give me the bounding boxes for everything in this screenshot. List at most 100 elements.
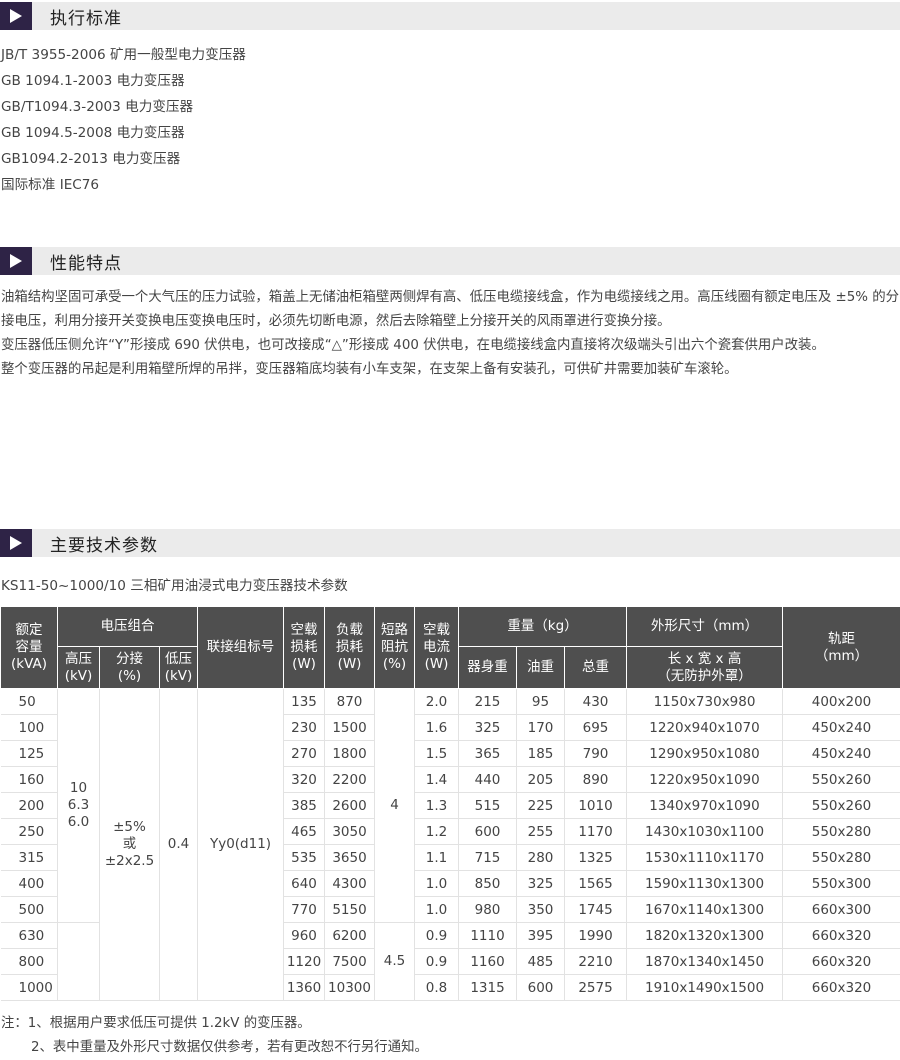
section-title: 主要技术参数 xyxy=(50,531,158,556)
cell-dimensions: 1820x1320x1300 xyxy=(627,923,783,949)
cell-noload-loss: 135 xyxy=(284,689,325,715)
cell-lv-merged: 0.4 xyxy=(160,689,198,1001)
cell-noload-loss: 640 xyxy=(284,871,325,897)
standards-list: JB/T 3955-2006 矿用一般型电力变压器 GB 1094.1-2003… xyxy=(1,42,246,198)
table-notes: 注：1、根据用户要求低压可提供 1.2kV 的变压器。 2、表中重量及外形尺寸数… xyxy=(1,1012,428,1060)
cell-noload-current: 1.3 xyxy=(415,793,459,819)
play-arrow-icon xyxy=(0,2,32,30)
cell-load-loss: 3650 xyxy=(325,845,375,871)
cell-load-loss: 2200 xyxy=(325,767,375,793)
cell-capacity: 250 xyxy=(1,819,58,845)
cell-capacity: 125 xyxy=(1,741,58,767)
cell-noload-current: 1.1 xyxy=(415,845,459,871)
header-dimensions: 外形尺寸（mm） xyxy=(627,607,783,647)
cell-dimensions: 1220x950x1090 xyxy=(627,767,783,793)
cell-noload-current: 1.5 xyxy=(415,741,459,767)
standard-item: GB1094.2-2013 电力变压器 xyxy=(1,146,246,172)
standard-item: GB/T1094.3-2003 电力变压器 xyxy=(1,94,246,120)
header-capacity: 额定 容量 (kVA) xyxy=(1,607,58,689)
cell-dimensions: 1590x1130x1300 xyxy=(627,871,783,897)
feature-paragraph: 整个变压器的吊起是利用箱壁所焊的吊拌，变压器箱底均装有小车支架，在支架上备有安装… xyxy=(1,358,899,382)
cell-noload-loss: 465 xyxy=(284,819,325,845)
cell-gauge: 550x300 xyxy=(783,871,900,897)
play-arrow-icon xyxy=(0,247,32,275)
cell-body-weight: 325 xyxy=(459,715,517,741)
cell-body-weight: 850 xyxy=(459,871,517,897)
cell-body-weight: 1110 xyxy=(459,923,517,949)
cell-gauge: 660x300 xyxy=(783,897,900,923)
header-lv: 低压 (kV) xyxy=(160,647,198,689)
cell-body-weight: 440 xyxy=(459,767,517,793)
cell-gauge: 660x320 xyxy=(783,949,900,975)
cell-gauge: 550x280 xyxy=(783,845,900,871)
cell-oil-weight: 280 xyxy=(517,845,565,871)
cell-noload-current: 0.8 xyxy=(415,975,459,1001)
header-hv: 高压 (kV) xyxy=(58,647,100,689)
cell-noload-loss: 270 xyxy=(284,741,325,767)
cell-body-weight: 1315 xyxy=(459,975,517,1001)
cell-total-weight: 890 xyxy=(565,767,627,793)
features-text: 油箱结构坚固可承受一个大气压的压力试验，箱盖上无储油柜箱壁两侧焊有高、低压电缆接… xyxy=(1,286,899,382)
cell-dimensions: 1430x1030x1100 xyxy=(627,819,783,845)
cell-capacity: 100 xyxy=(1,715,58,741)
note-item: 注：1、根据用户要求低压可提供 1.2kV 的变压器。 xyxy=(1,1012,428,1036)
cell-load-loss: 5150 xyxy=(325,897,375,923)
cell-gauge: 550x260 xyxy=(783,767,900,793)
standard-item: GB 1094.1-2003 电力变压器 xyxy=(1,68,246,94)
cell-body-weight: 980 xyxy=(459,897,517,923)
header-body-weight: 器身重 xyxy=(459,647,517,689)
cell-capacity: 200 xyxy=(1,793,58,819)
header-dim-detail: 长 x 宽 x 高 （无防护外罩） xyxy=(627,647,783,689)
cell-load-loss: 6200 xyxy=(325,923,375,949)
cell-noload-loss: 1360 xyxy=(284,975,325,1001)
cell-body-weight: 600 xyxy=(459,819,517,845)
cell-noload-loss: 535 xyxy=(284,845,325,871)
cell-body-weight: 215 xyxy=(459,689,517,715)
cell-dimensions: 1150x730x980 xyxy=(627,689,783,715)
cell-dimensions: 1340x970x1090 xyxy=(627,793,783,819)
cell-oil-weight: 350 xyxy=(517,897,565,923)
cell-gauge: 450x240 xyxy=(783,715,900,741)
cell-load-loss: 3050 xyxy=(325,819,375,845)
cell-noload-current: 2.0 xyxy=(415,689,459,715)
cell-oil-weight: 95 xyxy=(517,689,565,715)
cell-capacity: 500 xyxy=(1,897,58,923)
cell-capacity: 160 xyxy=(1,767,58,793)
cell-noload-loss: 230 xyxy=(284,715,325,741)
cell-impedance-merged: 4.5 xyxy=(375,923,415,1001)
cell-impedance-merged: 4 xyxy=(375,689,415,923)
header-total-weight: 总重 xyxy=(565,647,627,689)
cell-body-weight: 365 xyxy=(459,741,517,767)
header-voltage-group: 电压组合 xyxy=(58,607,198,647)
cell-load-loss: 1500 xyxy=(325,715,375,741)
cell-body-weight: 715 xyxy=(459,845,517,871)
cell-load-loss: 4300 xyxy=(325,871,375,897)
cell-capacity: 50 xyxy=(1,689,58,715)
cell-noload-current: 1.0 xyxy=(415,871,459,897)
header-weight: 重量（kg） xyxy=(459,607,627,647)
cell-total-weight: 2210 xyxy=(565,949,627,975)
cell-oil-weight: 185 xyxy=(517,741,565,767)
cell-total-weight: 695 xyxy=(565,715,627,741)
table-caption: KS11-50~1000/10 三相矿用油浸式电力变压器技术参数 xyxy=(1,574,348,594)
header-connection: 联接组标号 xyxy=(198,607,284,689)
cell-oil-weight: 170 xyxy=(517,715,565,741)
cell-capacity: 630 xyxy=(1,923,58,949)
standard-item: GB 1094.5-2008 电力变压器 xyxy=(1,120,246,146)
play-arrow-icon xyxy=(0,529,32,557)
table-row: 50 10 6.3 6.0 ±5% 或 ±2x2.5 0.4 Yy0(d11) … xyxy=(1,689,900,715)
cell-oil-weight: 485 xyxy=(517,949,565,975)
cell-hv-empty xyxy=(58,923,100,1001)
cell-load-loss: 870 xyxy=(325,689,375,715)
cell-total-weight: 1325 xyxy=(565,845,627,871)
cell-noload-current: 1.4 xyxy=(415,767,459,793)
cell-load-loss: 1800 xyxy=(325,741,375,767)
cell-noload-current: 1.0 xyxy=(415,897,459,923)
section-header-standards: 执行标准 xyxy=(0,2,900,30)
header-gauge: 轨距 （mm） xyxy=(783,607,900,689)
cell-oil-weight: 255 xyxy=(517,819,565,845)
cell-total-weight: 1170 xyxy=(565,819,627,845)
cell-dimensions: 1870x1340x1450 xyxy=(627,949,783,975)
cell-noload-loss: 1120 xyxy=(284,949,325,975)
cell-total-weight: 1990 xyxy=(565,923,627,949)
